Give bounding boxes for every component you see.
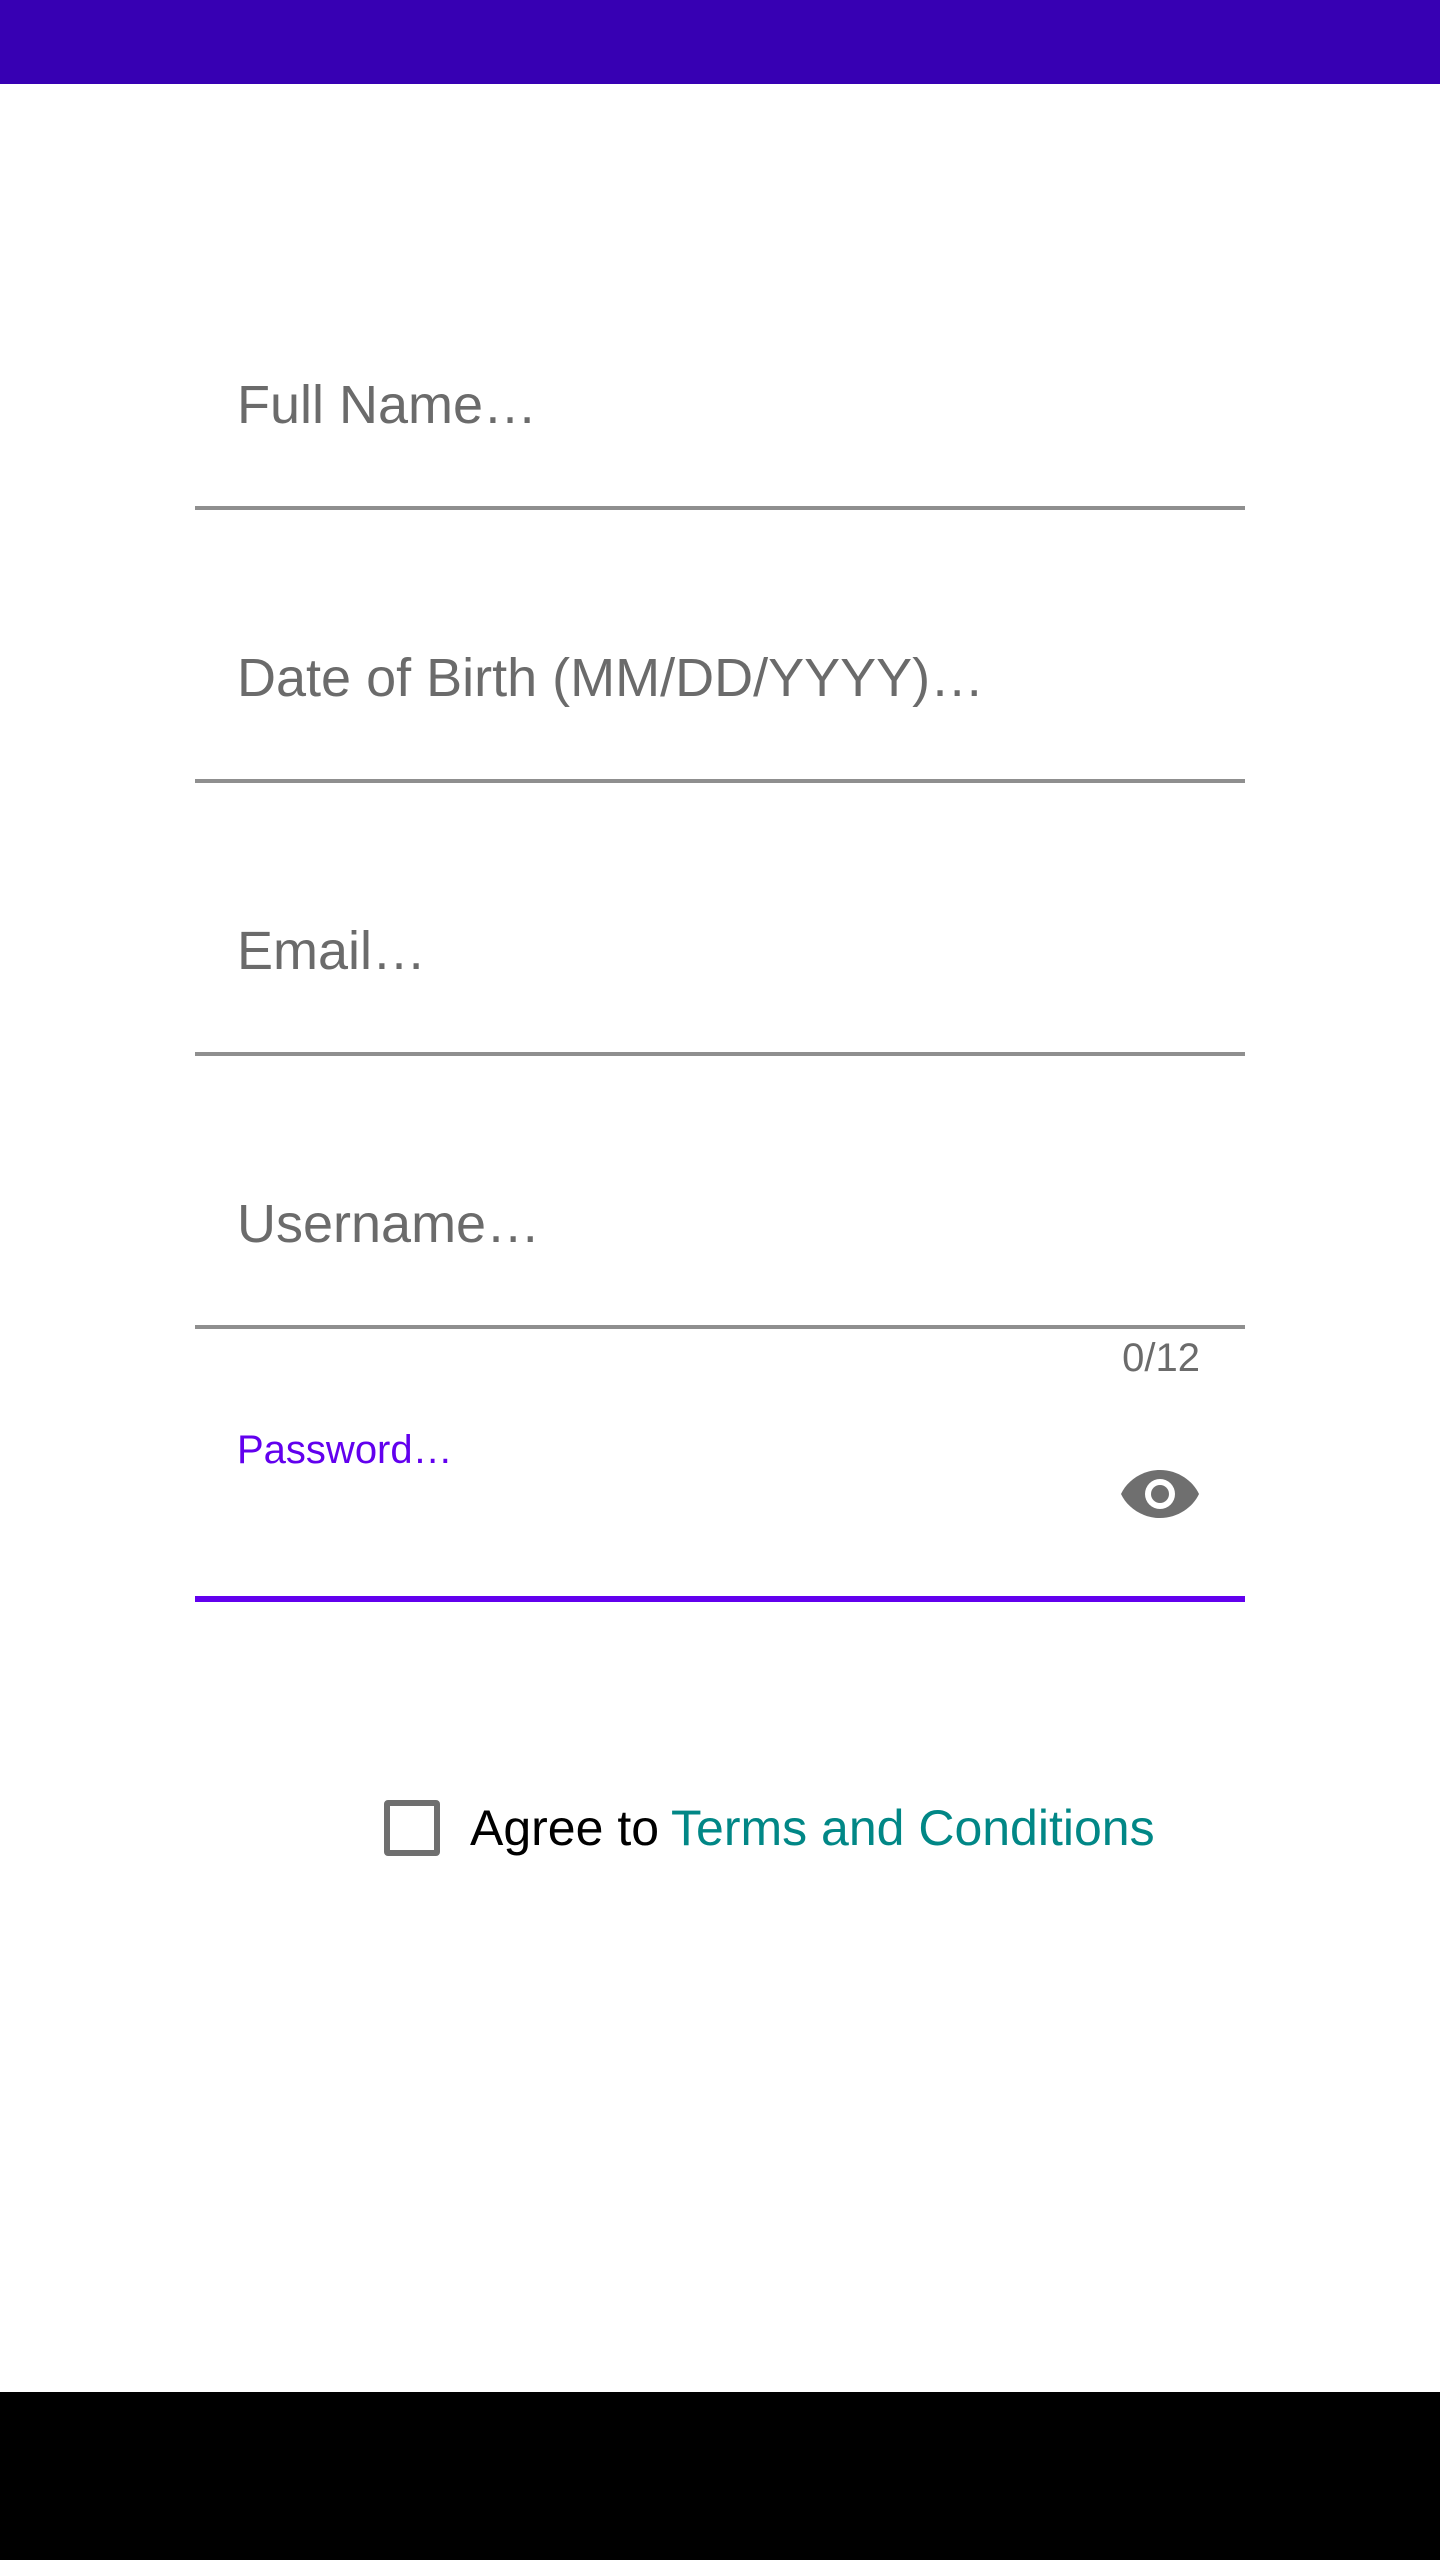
date-of-birth-placeholder: Date of Birth (MM/DD/YYYY)… — [237, 648, 985, 708]
eye-icon-graphic — [1121, 1470, 1199, 1518]
username-field[interactable]: Username… — [195, 1189, 1245, 1329]
email-placeholder: Email… — [237, 921, 427, 981]
date-of-birth-underline — [195, 779, 1245, 783]
full-name-placeholder: Full Name… — [237, 375, 538, 435]
terms-agreement-row: Agree to Terms and Conditions — [384, 1796, 1155, 1860]
password-floating-label: Password… — [237, 1428, 453, 1472]
password-field[interactable]: Password… — [195, 1430, 1245, 1602]
email-field[interactable]: Email… — [195, 916, 1245, 1056]
password-underline — [195, 1596, 1245, 1602]
full-name-field[interactable]: Full Name… — [195, 370, 1245, 510]
terms-and-conditions-link[interactable]: Terms and Conditions — [671, 1803, 1155, 1853]
email-underline — [195, 1052, 1245, 1056]
eye-icon[interactable] — [1120, 1462, 1200, 1526]
full-name-underline — [195, 506, 1245, 510]
agree-text: Agree to — [470, 1800, 660, 1856]
status-bar — [0, 0, 1440, 84]
username-underline — [195, 1325, 1245, 1329]
username-placeholder: Username… — [237, 1194, 541, 1254]
username-character-counter: 0/12 — [1122, 1336, 1200, 1380]
date-of-birth-field[interactable]: Date of Birth (MM/DD/YYYY)… — [195, 643, 1245, 783]
signup-screen: Full Name… Date of Birth (MM/DD/YYYY)… E… — [0, 0, 1440, 2560]
navigation-bar — [0, 2392, 1440, 2560]
agree-checkbox[interactable] — [384, 1800, 440, 1856]
